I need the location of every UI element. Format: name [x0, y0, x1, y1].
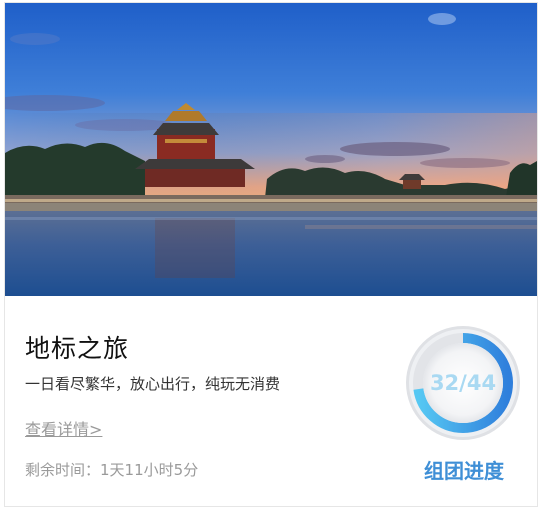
tour-subtitle: 一日看尽繁华，放心出行，纯玩无消费 — [25, 375, 281, 393]
group-progress-ring: 32/44 — [403, 323, 523, 443]
remaining-time: 剩余时间：1天11小时5分 — [25, 459, 198, 480]
tour-title: 地标之旅 — [25, 334, 130, 363]
tour-card[interactable]: 地标之旅 一日看尽繁华，放心出行，纯玩无消费 查看详情> 剩余时间：1天11小时… — [4, 2, 538, 507]
progress-label: 组团进度 — [424, 459, 504, 483]
view-details-link[interactable]: 查看详情> — [25, 416, 102, 440]
progress-count: 32/44 — [429, 371, 497, 395]
remaining-time-value: 1天11小时5分 — [100, 461, 199, 479]
hero-image — [5, 3, 537, 296]
remaining-time-label: 剩余时间： — [25, 461, 101, 479]
